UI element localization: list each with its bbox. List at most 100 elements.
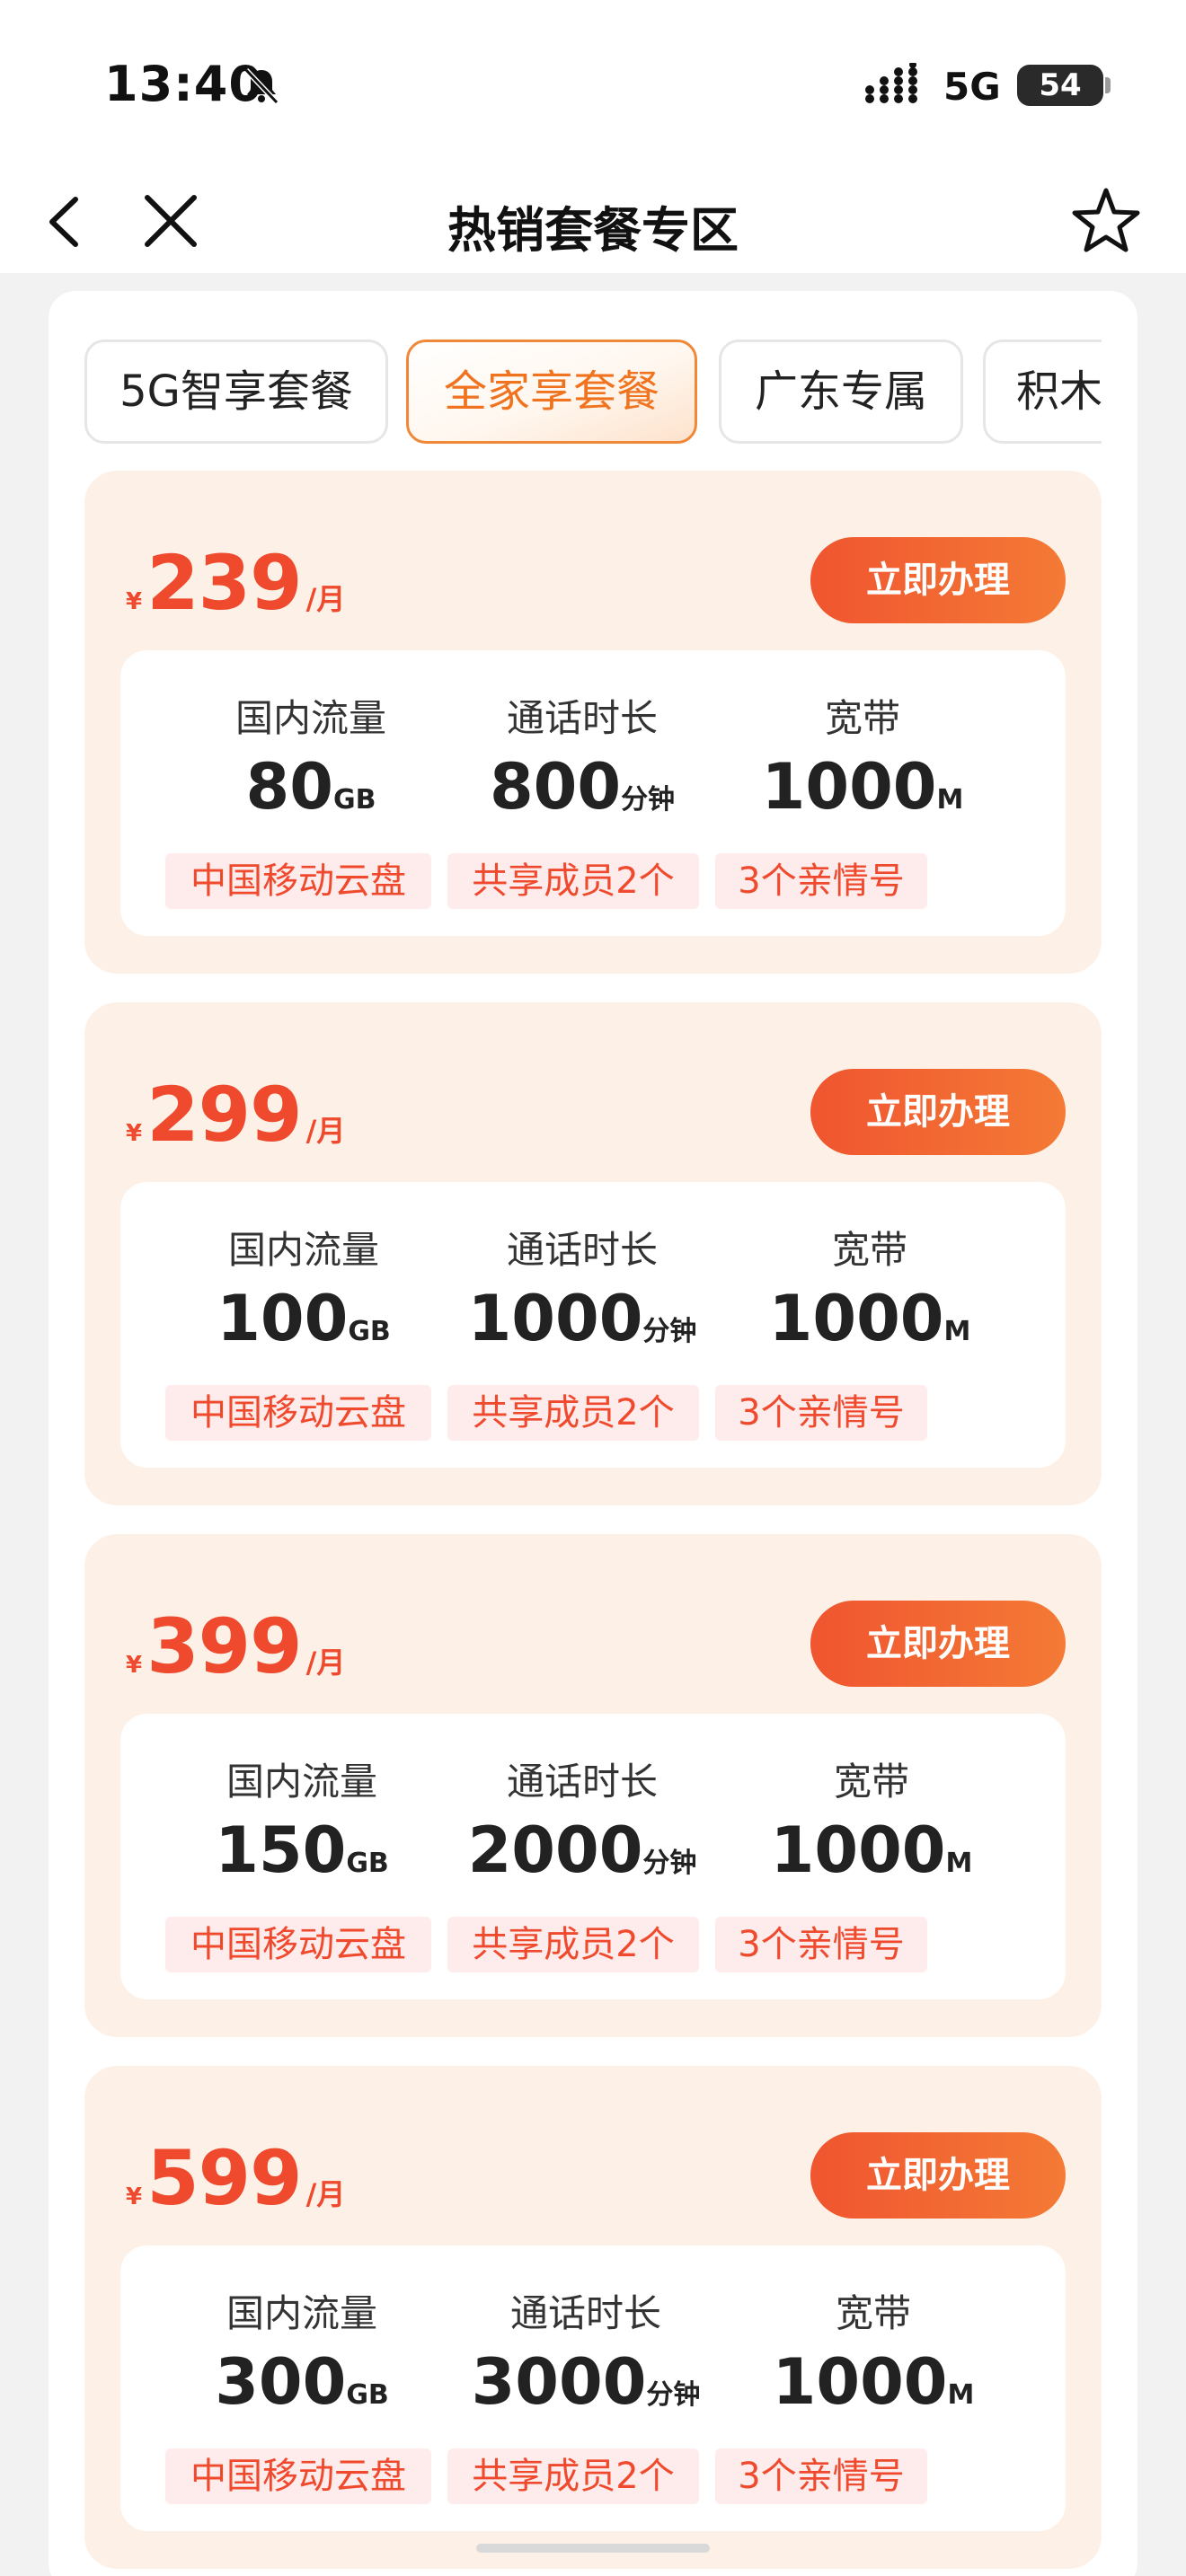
- broadband-unit: M: [945, 1848, 973, 1879]
- broadband-amount: 1000: [770, 1813, 946, 1887]
- price-unit: /月: [305, 1114, 346, 1148]
- plan-card: ¥ 239 /月 立即办理 国内流量 80GB 通话时长 800分钟 宽带 10…: [84, 471, 1102, 974]
- benefit-tag: 3个亲情号: [715, 1385, 927, 1441]
- metric-value: 300GB: [167, 2345, 437, 2419]
- page-title: 热销套餐专区: [447, 202, 739, 259]
- home-indicator: [476, 2544, 710, 2553]
- benefit-tag: 共享成员2个: [447, 1917, 699, 1972]
- benefit-tag: 中国移动云盘: [165, 1385, 431, 1441]
- tab-jimu[interactable]: 积木: [983, 340, 1102, 444]
- buy-now-button[interactable]: 立即办理: [810, 1069, 1066, 1155]
- plan-price: ¥ 399 /月: [126, 1602, 345, 1690]
- buy-now-button[interactable]: 立即办理: [810, 1601, 1066, 1687]
- price-amount: 399: [146, 1602, 302, 1690]
- plan-price: ¥ 599 /月: [126, 2134, 345, 2222]
- benefit-tag: 共享成员2个: [447, 2448, 699, 2504]
- battery-indicator: 54: [1017, 65, 1103, 106]
- voice-amount: 2000: [467, 1813, 643, 1887]
- plan-card: ¥ 299 /月 立即办理 国内流量 100GB 通话时长 1000分钟 宽带 …: [84, 1002, 1102, 1505]
- metric-voice: 通话时长 800分钟: [447, 688, 717, 824]
- metric-voice: 通话时长 3000分钟: [451, 2283, 721, 2419]
- data-amount: 100: [217, 1282, 349, 1355]
- metric-voice: 通话时长 1000分钟: [447, 1220, 717, 1355]
- metric-label: 宽带: [831, 1228, 907, 1272]
- price-unit: /月: [305, 2177, 346, 2211]
- benefit-tag: 中国移动云盘: [165, 1917, 431, 1972]
- plan-card: ¥ 599 /月 立即办理 国内流量 300GB 通话时长 3000分钟 宽带 …: [84, 2066, 1102, 2569]
- plan-card: ¥ 399 /月 立即办理 国内流量 150GB 通话时长 2000分钟 宽带 …: [84, 1534, 1102, 2037]
- price-amount: 599: [146, 2134, 302, 2222]
- plans-panel: 5G智享套餐 全家享套餐 广东专属 积木 ¥ 239 /月 立即办理 国内流量 …: [49, 291, 1137, 2576]
- benefit-tag: 3个亲情号: [715, 2448, 927, 2504]
- metric-value: 1000M: [728, 750, 997, 824]
- voice-amount: 1000: [467, 1282, 643, 1355]
- plan-detail: 国内流量 150GB 通话时长 2000分钟 宽带 1000M 中国移动云盘 共…: [120, 1714, 1066, 1999]
- currency-symbol: ¥: [126, 2183, 143, 2210]
- metric-label: 国内流量: [226, 2291, 377, 2335]
- metric-label: 宽带: [835, 2291, 911, 2335]
- status-time: 13:40: [104, 56, 263, 112]
- metric-label: 国内流量: [226, 1760, 377, 1804]
- plan-detail: 国内流量 80GB 通话时长 800分钟 宽带 1000M 中国移动云盘 共享成…: [120, 650, 1066, 936]
- plan-price: ¥ 239 /月: [126, 539, 345, 627]
- broadband-amount: 1000: [768, 1282, 944, 1355]
- metric-broadband: 宽带 1000M: [737, 1751, 1006, 1887]
- plan-detail: 国内流量 300GB 通话时长 3000分钟 宽带 1000M 中国移动云盘 共…: [120, 2245, 1066, 2531]
- metric-label: 宽带: [833, 1760, 909, 1804]
- price-amount: 299: [146, 1071, 302, 1159]
- signal-icon: [865, 63, 917, 103]
- metric-value: 800分钟: [447, 750, 717, 824]
- benefit-tag: 3个亲情号: [715, 1917, 927, 1972]
- currency-symbol: ¥: [126, 588, 143, 615]
- voice-unit: 分钟: [621, 784, 676, 816]
- tab-5g-smart[interactable]: 5G智享套餐: [84, 340, 388, 444]
- voice-unit: 分钟: [642, 1316, 697, 1347]
- broadband-unit: M: [943, 1316, 971, 1347]
- data-amount: 300: [215, 2345, 347, 2419]
- data-amount: 150: [215, 1813, 347, 1887]
- metric-value: 1000M: [737, 1813, 1006, 1887]
- plan-detail: 国内流量 100GB 通话时长 1000分钟 宽带 1000M 中国移动云盘 共…: [120, 1182, 1066, 1468]
- data-unit: GB: [348, 1316, 391, 1347]
- voice-amount: 3000: [471, 2345, 647, 2419]
- benefit-tag: 中国移动云盘: [165, 853, 431, 909]
- voice-unit: 分钟: [642, 1848, 697, 1879]
- metric-data: 国内流量 300GB: [167, 2283, 437, 2419]
- metric-data: 国内流量 80GB: [176, 688, 446, 824]
- metric-label: 宽带: [824, 696, 900, 740]
- metric-label: 通话时长: [506, 696, 658, 740]
- plan-price: ¥ 299 /月: [126, 1071, 345, 1159]
- buy-now-button[interactable]: 立即办理: [810, 537, 1066, 623]
- broadband-unit: M: [936, 784, 964, 816]
- benefit-tag: 共享成员2个: [447, 1385, 699, 1441]
- metric-voice: 通话时长 2000分钟: [447, 1751, 717, 1887]
- broadband-amount: 1000: [772, 2345, 948, 2419]
- metric-label: 通话时长: [506, 1228, 658, 1272]
- metric-value: 80GB: [176, 750, 446, 824]
- voice-amount: 800: [489, 750, 622, 824]
- metric-data: 国内流量 150GB: [167, 1751, 437, 1887]
- tab-family[interactable]: 全家享套餐: [406, 340, 697, 444]
- benefit-tag: 3个亲情号: [715, 853, 927, 909]
- bell-muted-icon: [243, 67, 279, 105]
- tab-guangdong[interactable]: 广东专属: [719, 340, 963, 444]
- metric-value: 1000M: [735, 1282, 1005, 1355]
- data-unit: GB: [346, 1848, 389, 1879]
- battery-tip: [1105, 77, 1111, 93]
- metric-label: 通话时长: [506, 1760, 658, 1804]
- price-unit: /月: [305, 1645, 346, 1680]
- broadband-unit: M: [947, 2379, 975, 2411]
- price-amount: 239: [146, 539, 302, 627]
- data-unit: GB: [346, 2379, 389, 2411]
- data-amount: 80: [245, 750, 333, 824]
- network-type: 5G: [943, 65, 1001, 109]
- voice-unit: 分钟: [646, 2379, 701, 2411]
- metric-broadband: 宽带 1000M: [739, 2283, 1008, 2419]
- favorite-star-icon[interactable]: [1066, 180, 1146, 260]
- metric-label: 国内流量: [227, 1228, 379, 1272]
- metric-value: 1000分钟: [447, 1282, 717, 1355]
- status-bar: 13:40 5G 54: [0, 0, 1186, 171]
- buy-now-button[interactable]: 立即办理: [810, 2132, 1066, 2219]
- currency-symbol: ¥: [126, 1652, 143, 1679]
- metric-data: 国内流量 100GB: [169, 1220, 438, 1355]
